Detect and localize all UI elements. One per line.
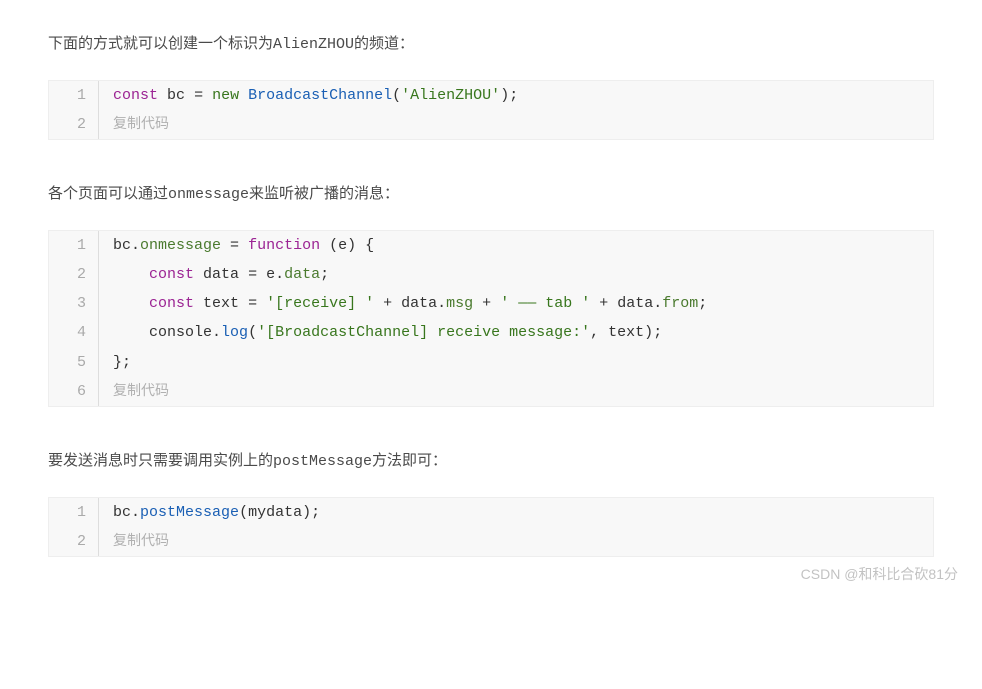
line-number: 4 [49,318,99,347]
code-block-3: 1 bc.postMessage(mydata); 2 复制代码 [48,497,934,558]
text: 各个页面可以通过 [48,185,168,202]
inline-code: AlienZHOU [273,36,354,53]
watermark: CSDN @和科比合砍81分 [801,562,958,587]
copy-button[interactable]: 复制代码 [99,110,169,139]
code-content: }; [99,348,131,377]
copy-button[interactable]: 复制代码 [99,527,169,556]
code-line: 6 复制代码 [49,377,933,406]
line-number: 2 [49,260,99,289]
code-content: console.log('[BroadcastChannel] receive … [99,318,662,347]
code-content: const data = e.data; [99,260,329,289]
text: 要发送消息时只需要调用实例上的 [48,452,273,469]
line-number: 1 [49,231,99,260]
code-content: bc.postMessage(mydata); [99,498,320,527]
code-line: 1 const bc = new BroadcastChannel('Alien… [49,81,933,110]
inline-code: onmessage [168,186,249,203]
code-block-2: 1 bc.onmessage = function (e) { 2 const … [48,230,934,408]
code-line: 3 const text = '[receive] ' + data.msg +… [49,289,933,318]
line-number: 1 [49,498,99,527]
code-line: 1 bc.postMessage(mydata); [49,498,933,527]
copy-button[interactable]: 复制代码 [99,377,169,406]
code-content: const text = '[receive] ' + data.msg + '… [99,289,707,318]
line-number: 2 [49,110,99,139]
code-content: const bc = new BroadcastChannel('AlienZH… [99,81,518,110]
code-line: 1 bc.onmessage = function (e) { [49,231,933,260]
code-block-1: 1 const bc = new BroadcastChannel('Alien… [48,80,934,141]
text: 来监听被广播的消息： [249,185,399,202]
inline-code: postMessage [273,453,372,470]
code-line: 2 const data = e.data; [49,260,933,289]
code-line: 2 复制代码 [49,527,933,556]
line-number: 6 [49,377,99,406]
line-number: 1 [49,81,99,110]
paragraph-3: 要发送消息时只需要调用实例上的postMessage方法即可： [48,447,934,477]
code-content: bc.onmessage = function (e) { [99,231,374,260]
code-line: 2 复制代码 [49,110,933,139]
line-number: 2 [49,527,99,556]
line-number: 5 [49,348,99,377]
paragraph-2: 各个页面可以通过onmessage来监听被广播的消息： [48,180,934,210]
line-number: 3 [49,289,99,318]
paragraph-1: 下面的方式就可以创建一个标识为AlienZHOU的频道： [48,30,934,60]
code-line: 5 }; [49,348,933,377]
code-line: 4 console.log('[BroadcastChannel] receiv… [49,318,933,347]
text: 方法即可： [372,452,447,469]
text: 下面的方式就可以创建一个标识为 [48,35,273,52]
text: 的频道： [354,35,414,52]
